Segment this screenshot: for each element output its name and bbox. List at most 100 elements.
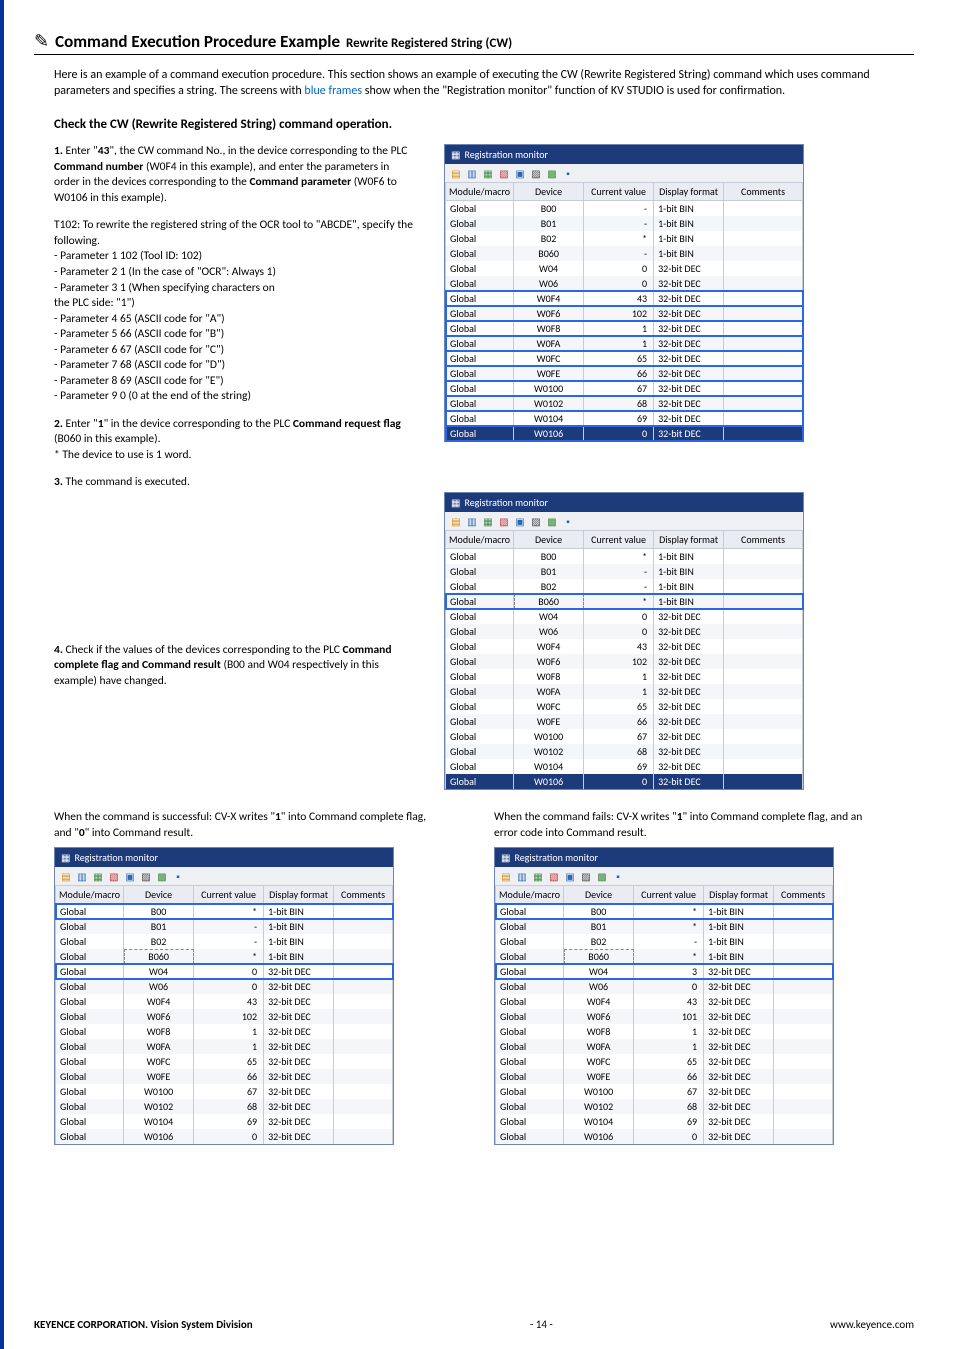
table-row[interactable]: GlobalW0F44332-bit DEC — [496, 994, 833, 1009]
table-row[interactable]: GlobalW01026832-bit DEC — [496, 1099, 833, 1114]
col-val[interactable]: Current value — [584, 183, 654, 201]
export-icon[interactable]: ▪ — [611, 869, 625, 883]
grid-icon[interactable]: ▣ — [513, 166, 527, 180]
table-row[interactable]: GlobalW0FE6632-bit DEC — [446, 366, 803, 381]
col-cmt[interactable]: Comments — [774, 886, 833, 904]
open-icon[interactable]: ▤ — [499, 869, 513, 883]
view-icon[interactable]: ▨ — [529, 166, 543, 180]
table-row[interactable]: GlobalW0106032-bit DEC — [56, 1129, 393, 1144]
table-row[interactable]: GlobalB060*1-bit BIN — [496, 949, 833, 964]
col-val[interactable]: Current value — [194, 886, 264, 904]
col-fmt[interactable]: Display format — [654, 531, 724, 549]
col-cmt[interactable]: Comments — [724, 531, 803, 549]
table-row[interactable]: GlobalB060*1-bit BIN — [56, 949, 393, 964]
table-row[interactable]: GlobalB01-1-bit BIN — [446, 216, 803, 231]
export-icon[interactable]: ▪ — [561, 166, 575, 180]
table-row[interactable]: GlobalW06032-bit DEC — [446, 276, 803, 291]
table-row[interactable]: GlobalB02-1-bit BIN — [496, 934, 833, 949]
table-row[interactable]: GlobalW0FA132-bit DEC — [56, 1039, 393, 1054]
table-row[interactable]: GlobalW0F8132-bit DEC — [496, 1024, 833, 1039]
open-icon[interactable]: ▤ — [449, 166, 463, 180]
col-fmt[interactable]: Display format — [264, 886, 334, 904]
table-row[interactable]: GlobalW01046932-bit DEC — [446, 759, 803, 774]
col-fmt[interactable]: Display format — [704, 886, 774, 904]
table-row[interactable]: GlobalW0FE6632-bit DEC — [446, 714, 803, 729]
table-row[interactable]: GlobalW0F44332-bit DEC — [56, 994, 393, 1009]
col-fmt[interactable]: Display format — [654, 183, 724, 201]
table-row[interactable]: GlobalW0FC6532-bit DEC — [56, 1054, 393, 1069]
table-row[interactable]: GlobalW0FE6632-bit DEC — [56, 1069, 393, 1084]
table-row[interactable]: GlobalW01006732-bit DEC — [446, 381, 803, 396]
table-row[interactable]: GlobalW01046932-bit DEC — [496, 1114, 833, 1129]
add-icon[interactable]: ▩ — [155, 869, 169, 883]
col-mod[interactable]: Module/macro — [446, 531, 514, 549]
table-row[interactable]: GlobalW04332-bit DEC — [496, 964, 833, 979]
view-icon[interactable]: ▨ — [139, 869, 153, 883]
table-row[interactable]: GlobalW0FE6632-bit DEC — [496, 1069, 833, 1084]
table-row[interactable]: GlobalW0FC6532-bit DEC — [446, 351, 803, 366]
table-row[interactable]: GlobalW0F8132-bit DEC — [446, 669, 803, 684]
delete-icon[interactable]: ▧ — [497, 166, 511, 180]
delete-icon[interactable]: ▧ — [497, 514, 511, 528]
cascade-icon[interactable]: ▦ — [481, 514, 495, 528]
col-mod[interactable]: Module/macro — [56, 886, 124, 904]
col-cmt[interactable]: Comments — [724, 183, 803, 201]
cascade-icon[interactable]: ▦ — [531, 869, 545, 883]
table-row[interactable]: GlobalW01006732-bit DEC — [446, 729, 803, 744]
table-row[interactable]: GlobalW04032-bit DEC — [446, 261, 803, 276]
table-row[interactable]: GlobalB02-1-bit BIN — [56, 934, 393, 949]
table-row[interactable]: GlobalW0106032-bit DEC — [446, 774, 803, 789]
table-row[interactable]: GlobalW0F8132-bit DEC — [56, 1024, 393, 1039]
col-dev[interactable]: Device — [124, 886, 194, 904]
table-row[interactable]: GlobalW01026832-bit DEC — [56, 1099, 393, 1114]
table-row[interactable]: GlobalW01026832-bit DEC — [446, 744, 803, 759]
grid-icon[interactable]: ▣ — [123, 869, 137, 883]
table-row[interactable]: GlobalW0F610132-bit DEC — [496, 1009, 833, 1024]
table-row[interactable]: GlobalW04032-bit DEC — [56, 964, 393, 979]
col-dev[interactable]: Device — [514, 183, 584, 201]
table-row[interactable]: GlobalW0FA132-bit DEC — [496, 1039, 833, 1054]
grid-icon[interactable]: ▣ — [563, 869, 577, 883]
table-row[interactable]: GlobalW0FA132-bit DEC — [446, 336, 803, 351]
table-row[interactable]: GlobalW01006732-bit DEC — [56, 1084, 393, 1099]
col-val[interactable]: Current value — [584, 531, 654, 549]
add-icon[interactable]: ▩ — [595, 869, 609, 883]
table-row[interactable]: GlobalB00*1-bit BIN — [56, 904, 393, 920]
save-icon[interactable]: ▥ — [515, 869, 529, 883]
table-row[interactable]: GlobalW01006732-bit DEC — [496, 1084, 833, 1099]
table-row[interactable]: GlobalW0106032-bit DEC — [496, 1129, 833, 1144]
delete-icon[interactable]: ▧ — [547, 869, 561, 883]
col-cmt[interactable]: Comments — [334, 886, 393, 904]
save-icon[interactable]: ▥ — [465, 166, 479, 180]
table-row[interactable]: GlobalB01*1-bit BIN — [496, 919, 833, 934]
add-icon[interactable]: ▩ — [545, 514, 559, 528]
table-row[interactable]: GlobalW01046932-bit DEC — [56, 1114, 393, 1129]
table-row[interactable]: GlobalB060*1-bit BIN — [446, 594, 803, 609]
table-row[interactable]: GlobalB01-1-bit BIN — [56, 919, 393, 934]
table-row[interactable]: GlobalB060-1-bit BIN — [446, 246, 803, 261]
col-dev[interactable]: Device — [564, 886, 634, 904]
table-row[interactable]: GlobalB02*1-bit BIN — [446, 231, 803, 246]
cascade-icon[interactable]: ▦ — [481, 166, 495, 180]
table-row[interactable]: GlobalW06032-bit DEC — [56, 979, 393, 994]
table-row[interactable]: GlobalW04032-bit DEC — [446, 609, 803, 624]
table-row[interactable]: GlobalW0F8132-bit DEC — [446, 321, 803, 336]
col-mod[interactable]: Module/macro — [496, 886, 564, 904]
table-row[interactable]: GlobalW0F610232-bit DEC — [446, 654, 803, 669]
table-row[interactable]: GlobalW06032-bit DEC — [446, 624, 803, 639]
grid-icon[interactable]: ▣ — [513, 514, 527, 528]
view-icon[interactable]: ▨ — [529, 514, 543, 528]
cascade-icon[interactable]: ▦ — [91, 869, 105, 883]
table-row[interactable]: GlobalW06032-bit DEC — [496, 979, 833, 994]
open-icon[interactable]: ▤ — [449, 514, 463, 528]
add-icon[interactable]: ▩ — [545, 166, 559, 180]
table-row[interactable]: GlobalW0FA132-bit DEC — [446, 684, 803, 699]
table-row[interactable]: GlobalB00*1-bit BIN — [496, 904, 833, 920]
table-row[interactable]: GlobalW0FC6532-bit DEC — [496, 1054, 833, 1069]
view-icon[interactable]: ▨ — [579, 869, 593, 883]
table-row[interactable]: GlobalB00-1-bit BIN — [446, 201, 803, 217]
table-row[interactable]: GlobalW0F44332-bit DEC — [446, 639, 803, 654]
table-row[interactable]: GlobalW0FC6532-bit DEC — [446, 699, 803, 714]
save-icon[interactable]: ▥ — [465, 514, 479, 528]
col-val[interactable]: Current value — [634, 886, 704, 904]
